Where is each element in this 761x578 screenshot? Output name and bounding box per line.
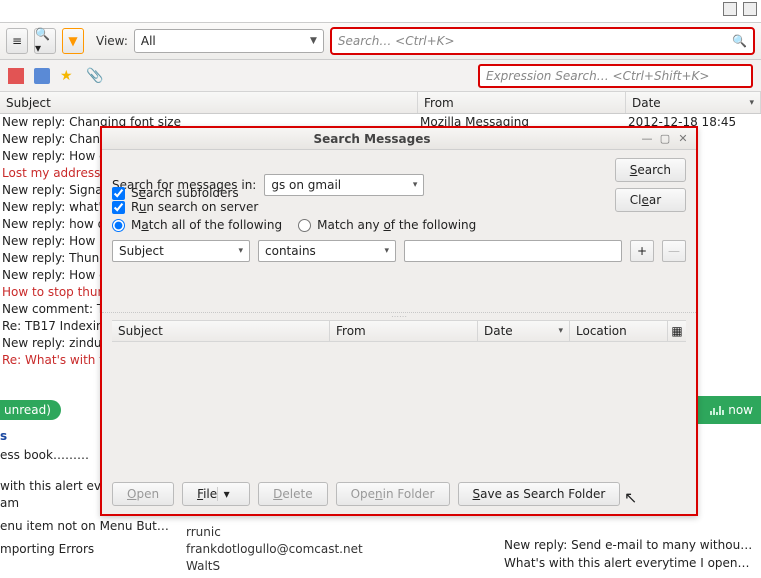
calendar-icon[interactable] — [723, 2, 737, 16]
tag-icon[interactable] — [34, 68, 50, 84]
filter-button[interactable]: ▼ — [62, 28, 84, 54]
criteria-row: Subject▾ contains▾ + — — [112, 240, 686, 262]
main-toolbar: ≡ 🔍▾ ▼ View: All ▼ Search… <Ctrl+K> 🔍 — [0, 22, 761, 60]
attachment-icon[interactable]: 📎 — [86, 68, 102, 84]
column-headers: Subject From Date▾ — [0, 92, 761, 114]
chevron-down-icon[interactable]: ▾ — [217, 487, 235, 501]
open-button: Open — [112, 482, 174, 506]
res-col-date[interactable]: Date▾ — [478, 321, 570, 341]
col-date[interactable]: Date▾ — [626, 92, 761, 113]
left-imp[interactable]: mporting Errors — [0, 541, 180, 558]
unread-button[interactable]: unread) — [0, 400, 61, 420]
add-criterion-button[interactable]: + — [630, 240, 654, 262]
mid-r1: rrunic — [186, 524, 363, 541]
splitter-grip[interactable] — [102, 312, 696, 318]
value-input[interactable] — [404, 240, 622, 262]
view-label: View: — [96, 34, 128, 48]
expression-search[interactable]: Expression Search… <Ctrl+Shift+K> — [478, 64, 753, 88]
search-messages-dialog: Search Messages — ▢ ✕ Search for message… — [100, 126, 698, 516]
radio[interactable] — [112, 219, 125, 232]
star-icon[interactable]: ★ — [60, 68, 76, 84]
chevron-down-icon: ▾ — [413, 180, 418, 190]
cursor-icon: ↖ — [624, 488, 637, 507]
results-body[interactable] — [112, 342, 686, 434]
match-any-radio[interactable]: Match any of the following — [298, 218, 476, 232]
column-picker-icon[interactable]: ▦ — [668, 321, 686, 341]
dialog-title: Search Messages — [108, 132, 636, 146]
minimize-icon[interactable]: — — [640, 132, 654, 146]
match-all-radio[interactable]: Match all of the following — [112, 218, 282, 232]
side-link[interactable]: What's with this alert everytime I open … — [504, 554, 753, 572]
res-col-location[interactable]: Location — [570, 321, 668, 341]
search-in-value: gs on gmail — [271, 178, 341, 192]
dialog-titlebar[interactable]: Search Messages — ▢ ✕ — [102, 128, 696, 150]
res-col-subject[interactable]: Subject — [112, 321, 330, 341]
res-col-from[interactable]: From — [330, 321, 478, 341]
checkbox[interactable] — [112, 201, 125, 214]
checkbox[interactable] — [112, 187, 125, 200]
operator-combo[interactable]: contains▾ — [258, 240, 396, 262]
zoom-button[interactable]: 🔍▾ — [34, 28, 56, 54]
mid-r3: WaltS — [186, 558, 363, 575]
search-button[interactable]: Search — [615, 158, 686, 182]
close-icon[interactable]: ✕ — [676, 132, 690, 146]
save-as-search-folder-button[interactable]: Save as Search Folder — [458, 482, 621, 506]
results-header: Subject From Date▾ Location ▦ — [112, 320, 686, 342]
tasks-icon[interactable] — [743, 2, 757, 16]
open-in-folder-button: Open in Folder — [336, 482, 450, 506]
remove-criterion-button: — — [662, 240, 686, 262]
dialog-footer: Open File▾ Delete Open in Folder Save as… — [112, 482, 686, 506]
search-placeholder: Search… <Ctrl+K> — [338, 34, 455, 48]
chevron-down-icon: ▾ — [384, 246, 389, 256]
view-select[interactable]: All ▼ — [134, 29, 324, 53]
mid-r2: frankdotlogullo@comcast.net — [186, 541, 363, 558]
run-on-server-checkbox[interactable]: Run search on server — [112, 200, 686, 214]
chevron-down-icon: ▼ — [310, 36, 317, 46]
left-menu[interactable]: enu item not on Menu But… — [0, 518, 180, 535]
field-combo[interactable]: Subject▾ — [112, 240, 250, 262]
filter-bar: ★ 📎 Expression Search… <Ctrl+Shift+K> — [0, 60, 761, 92]
col-from[interactable]: From — [418, 92, 626, 113]
radio[interactable] — [298, 219, 311, 232]
col-subject[interactable]: Subject — [0, 92, 418, 113]
file-button[interactable]: File▾ — [182, 482, 250, 506]
chevron-down-icon: ▾ — [749, 98, 754, 108]
junk-icon[interactable] — [8, 68, 24, 84]
expr-placeholder: Expression Search… <Ctrl+Shift+K> — [486, 69, 709, 83]
clear-button[interactable]: Clear — [615, 188, 686, 212]
delete-button: Delete — [258, 482, 327, 506]
bars-icon — [710, 406, 724, 415]
view-value: All — [141, 34, 156, 48]
menu-button[interactable]: ≡ — [6, 28, 28, 54]
chevron-down-icon: ▾ — [558, 326, 563, 336]
side-link[interactable]: New reply: Send e-mail to many without s… — [504, 536, 753, 554]
search-icon[interactable]: 🔍 — [732, 34, 747, 48]
maximize-icon[interactable]: ▢ — [658, 132, 672, 146]
search-in-combo[interactable]: gs on gmail ▾ — [264, 174, 424, 196]
now-label: now — [728, 403, 753, 417]
chevron-down-icon: ▾ — [238, 246, 243, 256]
global-search[interactable]: Search… <Ctrl+K> 🔍 — [330, 27, 755, 55]
